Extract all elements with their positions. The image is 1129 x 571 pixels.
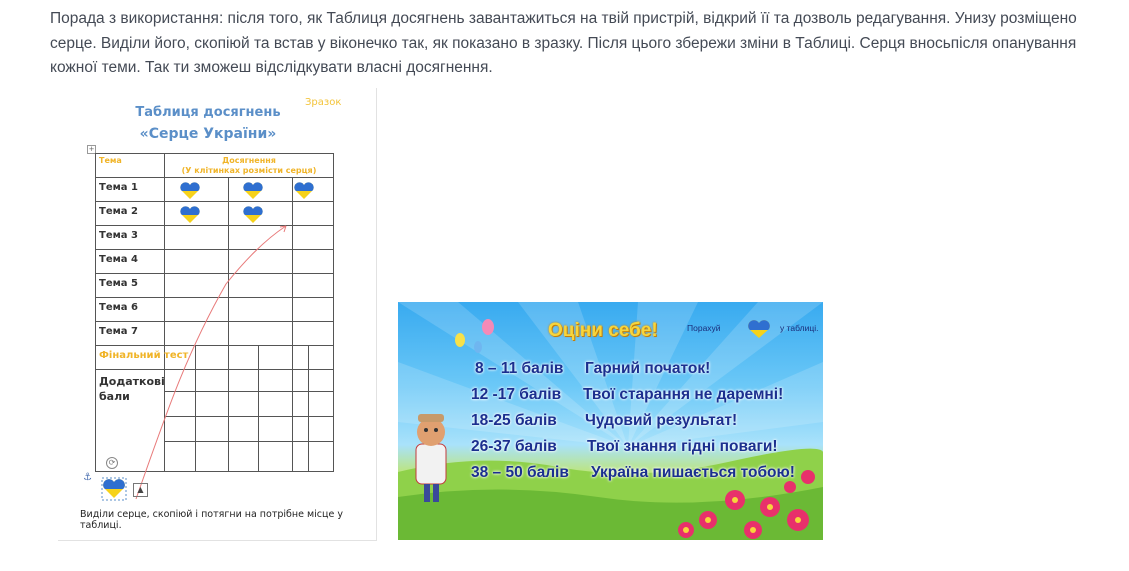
sample-title-line1: Таблиця досягнень <box>135 105 281 120</box>
drag-arrow-icon <box>135 225 287 500</box>
score-row: 38 – 50 балів Україна пишається тобою! <box>471 464 795 482</box>
count-hint-suffix: у таблиці. <box>780 323 819 333</box>
score-row: 18-25 балів Чудовий результат! <box>471 412 737 430</box>
rotate-handle-icon: ⟳ <box>106 457 118 469</box>
sample-caption: Виділи серце, скопіюй і потягни на потрі… <box>80 509 343 531</box>
score-row: 8 – 11 балів Гарний початок! <box>475 360 710 378</box>
heart-icon <box>101 477 127 501</box>
score-message: Твої знання гідні поваги! <box>587 438 778 455</box>
score-message: Гарний початок! <box>585 360 711 377</box>
sample-title-line2: «Серце України» <box>139 126 277 142</box>
achievements-table: Тема Досягнення (У клітинках розмісти се… <box>95 153 334 500</box>
score-row: 12 -17 балів Твої старання не даремні! <box>471 386 783 404</box>
score-range: 18-25 балів <box>471 412 557 429</box>
count-hint-prefix: Порахуй <box>687 323 721 333</box>
poster-title: Оціни себе! <box>548 320 658 341</box>
self-evaluation-poster: Оціни себе! Порахуй у таблиці. 8 – 11 ба… <box>398 302 823 540</box>
sample-table-image: Зразок Таблиця досягнень «Серце України»… <box>58 88 377 541</box>
layout-options-icon: ▲ <box>133 483 148 497</box>
score-message: Твої старання не даремні! <box>583 386 784 403</box>
score-message: Україна пишається тобою! <box>591 464 795 481</box>
intro-paragraph: Порада з використання: після того, як Та… <box>50 10 1077 76</box>
score-row: 26-37 балів Твої знання гідні поваги! <box>471 438 778 456</box>
score-message: Чудовий результат! <box>585 412 738 429</box>
anchor-icon: ⚓ <box>83 472 92 483</box>
score-range: 12 -17 балів <box>471 386 562 403</box>
score-range: 8 – 11 балів <box>475 360 564 377</box>
score-range: 26-37 балів <box>471 438 557 455</box>
score-range: 38 – 50 балів <box>471 464 569 481</box>
